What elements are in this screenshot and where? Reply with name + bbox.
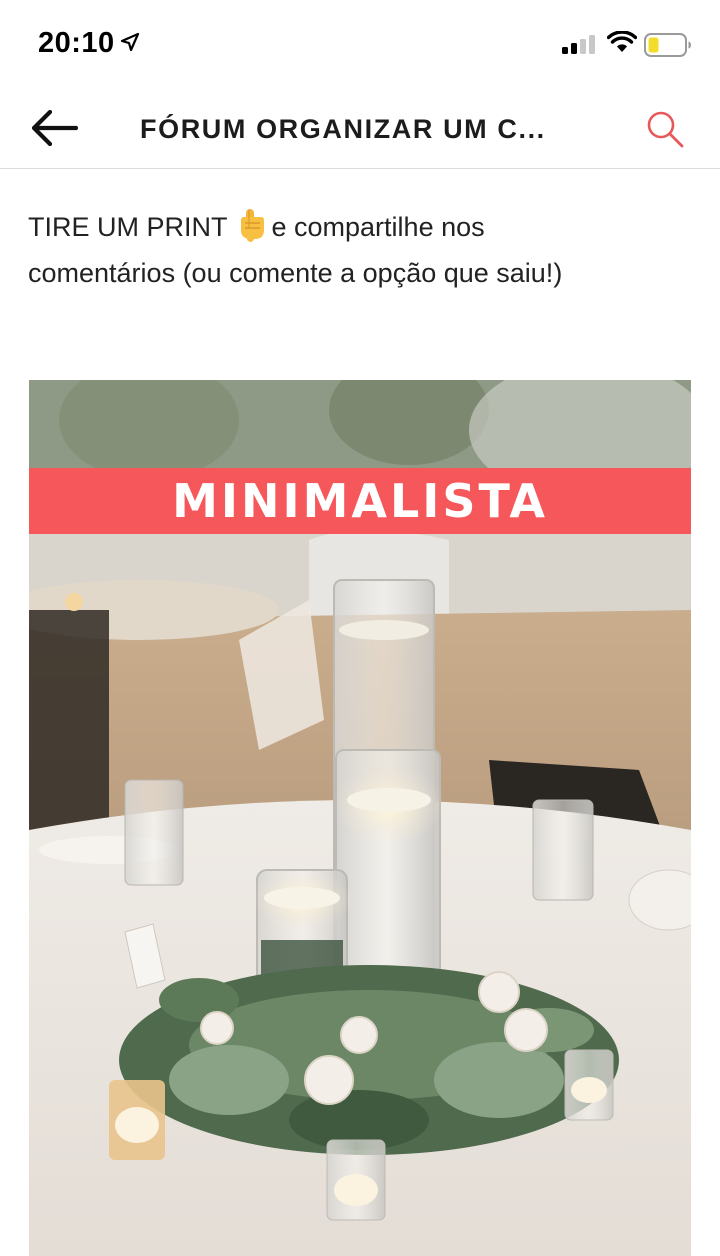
navigation-bar: FÓRUM ORGANIZAR UM C...	[0, 88, 720, 169]
status-bar: 20:10	[0, 0, 720, 88]
post-text-rest: e compartilhe nos	[271, 212, 485, 242]
location-arrow-icon	[120, 32, 140, 52]
search-button[interactable]	[640, 104, 690, 154]
post-text-line-1: TIRE UM PRINT e compartilhe nos	[28, 204, 688, 250]
wifi-icon	[607, 31, 637, 52]
post-text-line-2: comentários (ou comente a opção que saiu…	[28, 258, 563, 288]
battery-icon	[644, 33, 691, 57]
search-icon	[647, 111, 684, 148]
hand-pointing-down-icon	[240, 209, 264, 242]
arrow-left-icon	[31, 110, 78, 146]
image-label-banner: MINIMALISTA	[29, 468, 691, 534]
signal-icon	[562, 35, 595, 54]
image-label-text: MINIMALISTA	[172, 474, 548, 528]
post-image[interactable]: MINIMALISTA	[29, 380, 691, 1256]
back-button[interactable]	[26, 104, 82, 152]
post-text-highlight: TIRE UM PRINT	[28, 212, 228, 242]
status-time: 20:10	[38, 27, 115, 59]
page-title: FÓRUM ORGANIZAR UM C...	[140, 114, 546, 144]
post-body-text: TIRE UM PRINT e compartilhe nos comentár…	[28, 204, 688, 296]
